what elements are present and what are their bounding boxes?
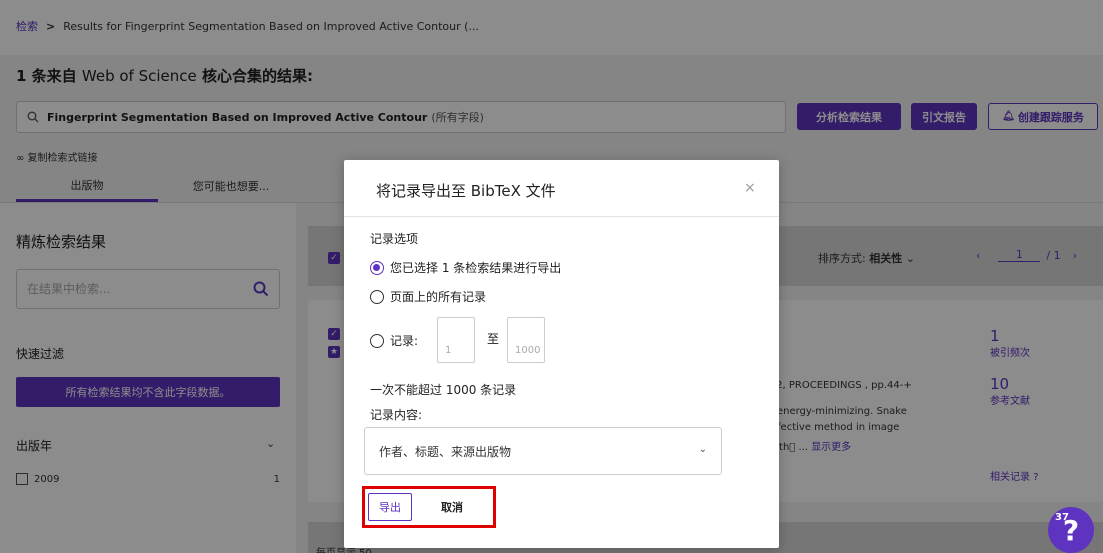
export-button[interactable]: 导出 [368,493,412,521]
record-content-label: 记录内容: [370,408,423,422]
dialog-title: 将记录导出至 BibTeX 文件 [376,182,556,200]
radio-button[interactable] [370,289,384,304]
record-options-label: 记录选项 [370,232,419,246]
close-icon[interactable]: × [744,180,756,196]
range-from-box [437,317,475,363]
export-bibtex-dialog: 将记录导出至 BibTeX 文件 × 记录选项 您已选择 1 条检索结果进行导出… [344,160,779,548]
radio-selected-records[interactable]: 您已选择 1 条检索结果进行导出 [370,259,561,276]
radio-button[interactable] [370,260,384,275]
limit-note: 一次不能超过 1000 条记录 [370,383,517,397]
range-to-box [507,317,545,363]
range-from-input[interactable] [438,345,474,356]
range-to-label: 至 [487,332,500,346]
record-content-value: 作者、标题、来源出版物 [379,444,512,459]
cancel-button[interactable]: 取消 [422,493,482,521]
range-to-input[interactable] [508,345,544,356]
radio-record-range-label: 记录: [390,334,419,348]
radio-record-range[interactable]: 记录: [370,332,418,349]
radio-button[interactable] [370,333,384,348]
dialog-divider [344,216,779,217]
radio-all-on-page-label: 页面上的所有记录 [390,290,487,304]
chevron-down-icon: ⌄ [698,444,707,455]
radio-selected-label: 您已选择 1 条检索结果进行导出 [390,261,562,275]
radio-all-on-page[interactable]: 页面上的所有记录 [370,288,486,305]
help-badge: 37 [1055,512,1069,523]
record-content-select[interactable]: 作者、标题、来源出版物 ⌄ [364,427,722,475]
